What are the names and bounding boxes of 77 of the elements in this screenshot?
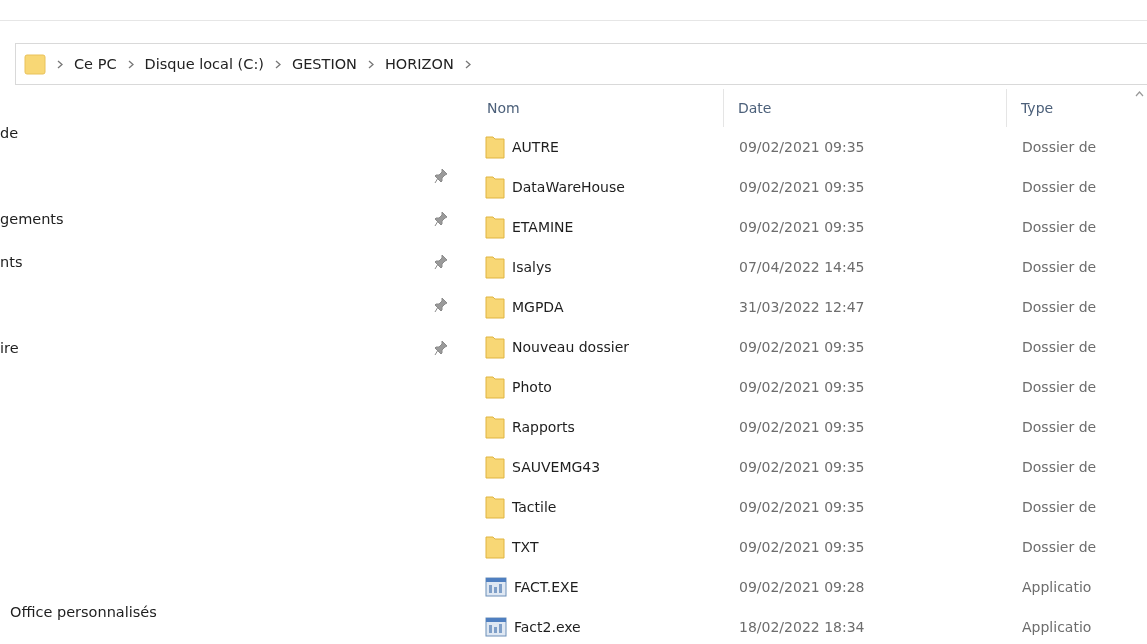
file-name[interactable]: Tactile xyxy=(512,499,557,515)
date-cell-text: 09/02/2021 09:35 xyxy=(738,218,866,237)
file-name[interactable]: AUTRE xyxy=(512,139,559,155)
chevron-icon[interactable] xyxy=(464,59,471,69)
type-cell-text: Applicatio xyxy=(1021,578,1093,597)
column-header[interactable]: Type xyxy=(1006,89,1147,127)
type-cell-text: Dossier de xyxy=(1021,338,1098,357)
pin-icon[interactable] xyxy=(434,339,448,356)
type-cell-text: Dossier de xyxy=(1021,178,1098,197)
date-cell-text: 09/02/2021 09:35 xyxy=(738,498,866,517)
folder-icon xyxy=(24,53,46,75)
application-icon xyxy=(485,617,507,637)
nav-item[interactable]: Office personnalisés xyxy=(10,603,157,620)
pin-icon[interactable] xyxy=(434,167,448,184)
date-cell-text: 09/02/2021 09:35 xyxy=(738,138,866,157)
sort-caret-icon[interactable] xyxy=(1135,91,1144,97)
file-name[interactable]: MGPDA xyxy=(512,299,564,315)
file-name[interactable]: SAUVEMG43 xyxy=(512,459,601,475)
folder-icon xyxy=(485,335,505,359)
date-cell-text: 09/02/2021 09:35 xyxy=(738,378,866,397)
type-cell-text: Dossier de xyxy=(1021,218,1098,237)
folder-icon xyxy=(485,535,505,559)
date-cell-text: 07/04/2022 14:45 xyxy=(738,258,866,277)
type-cell-text: Applicatio xyxy=(1021,618,1093,637)
nav-item[interactable]: nts xyxy=(0,253,23,270)
file-name[interactable]: DataWareHouse xyxy=(512,179,625,195)
folder-icon xyxy=(485,255,505,279)
nav-item[interactable]: de xyxy=(0,124,19,141)
file-name[interactable]: Nouveau dossier xyxy=(512,339,629,355)
breadcrumb-item[interactable]: GESTION xyxy=(291,56,357,72)
pin-icon[interactable] xyxy=(434,296,448,313)
address-bar[interactable]: Ce PC Disque local (C:) GESTION HORIZON xyxy=(15,43,1147,85)
type-cell-text: Dossier de xyxy=(1021,298,1098,317)
folder-icon xyxy=(485,495,505,519)
chevron-icon[interactable] xyxy=(57,59,63,69)
folder-icon xyxy=(485,175,505,199)
date-cell-text: 09/02/2021 09:35 xyxy=(738,458,866,477)
folder-icon xyxy=(485,135,505,159)
breadcrumb-item[interactable]: Disque local (C:) xyxy=(144,56,264,72)
file-name[interactable]: Photo xyxy=(512,379,552,395)
chevron-icon[interactable] xyxy=(367,59,374,69)
chevron-icon[interactable] xyxy=(274,59,281,69)
type-cell-text: Dossier de xyxy=(1021,418,1098,437)
file-name[interactable]: TXT xyxy=(512,539,539,555)
folder-icon xyxy=(485,455,505,479)
column-header[interactable]: Nom xyxy=(473,89,723,127)
nav-item[interactable]: gements xyxy=(0,210,64,227)
chevron-icon[interactable] xyxy=(127,59,134,69)
file-name[interactable]: ETAMINE xyxy=(512,219,574,235)
date-cell-text: 31/03/2022 12:47 xyxy=(738,298,866,317)
breadcrumb-item[interactable]: HORIZON xyxy=(384,56,454,72)
folder-icon xyxy=(485,295,505,319)
date-cell-text: 09/02/2021 09:35 xyxy=(738,538,866,557)
date-cell-text: 09/02/2021 09:35 xyxy=(738,178,866,197)
pin-icon[interactable] xyxy=(434,253,448,270)
date-cell-text: 09/02/2021 09:35 xyxy=(738,338,866,357)
type-cell-text: Dossier de xyxy=(1021,258,1098,277)
type-cell-text: Dossier de xyxy=(1021,458,1098,477)
date-cell-text: 09/02/2021 09:28 xyxy=(738,578,866,597)
application-icon xyxy=(485,577,507,597)
column-header[interactable]: Date xyxy=(723,89,1006,127)
file-name[interactable]: Fact2.exe xyxy=(514,619,581,635)
folder-icon xyxy=(485,215,505,239)
file-name[interactable]: Rapports xyxy=(512,419,575,435)
type-cell-text: Dossier de xyxy=(1021,498,1098,517)
type-cell-text: Dossier de xyxy=(1021,538,1098,557)
folder-icon xyxy=(485,415,505,439)
date-cell-text: 09/02/2021 09:35 xyxy=(738,418,866,437)
file-name[interactable]: FACT.EXE xyxy=(514,579,579,595)
breadcrumb-item[interactable]: Ce PC xyxy=(74,56,117,72)
date-cell-text: 18/02/2022 18:34 xyxy=(738,618,866,637)
pin-icon[interactable] xyxy=(434,210,448,227)
nav-item[interactable]: ire xyxy=(0,339,19,356)
file-name[interactable]: Isalys xyxy=(512,259,552,275)
type-cell-text: Dossier de xyxy=(1021,378,1098,397)
folder-icon xyxy=(485,375,505,399)
type-cell-text: Dossier de xyxy=(1021,138,1098,157)
